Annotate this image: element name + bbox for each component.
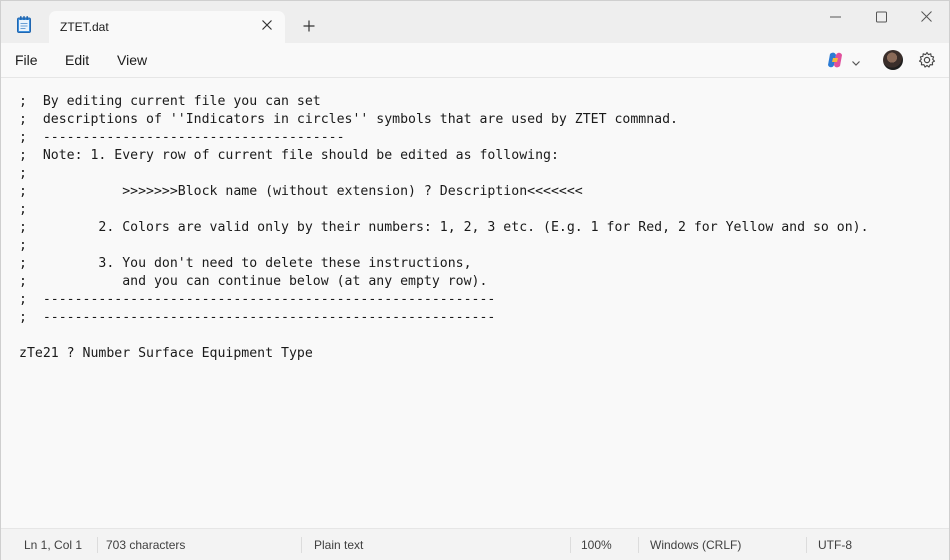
editor-line[interactable]: ; — [19, 202, 27, 217]
editor-line[interactable]: ; descriptions of ''Indicators in circle… — [19, 112, 678, 127]
status-divider — [806, 537, 807, 553]
status-divider — [570, 537, 571, 553]
editor-line[interactable]: ; By editing current file you can set — [19, 94, 321, 109]
editor-line[interactable]: ; 3. You don't need to delete these inst… — [19, 256, 472, 271]
menu-edit[interactable]: Edit — [65, 52, 89, 68]
menu-bar: File Edit View — [1, 43, 949, 77]
editor-line[interactable]: ; -------------------------------------- — [19, 130, 345, 145]
menu-file[interactable]: File — [15, 52, 38, 68]
plus-icon[interactable] — [301, 18, 317, 34]
close-icon[interactable] — [259, 17, 275, 33]
text-editor[interactable]: ; By editing current file you can set ; … — [1, 78, 949, 528]
status-divider — [97, 537, 98, 553]
status-characters: 703 characters — [106, 538, 186, 552]
title-bar: ZTET.dat — [1, 1, 949, 43]
status-position: Ln 1, Col 1 — [24, 538, 83, 552]
close-window-button[interactable] — [903, 1, 949, 33]
status-format: Plain text — [314, 538, 364, 552]
status-bar: Ln 1, Col 1 703 characters Plain text 10… — [1, 528, 949, 560]
tab-ztet[interactable]: ZTET.dat — [49, 11, 285, 43]
tab-title: ZTET.dat — [60, 20, 109, 34]
editor-line[interactable]: ; --------------------------------------… — [19, 292, 495, 307]
maximize-icon — [876, 11, 887, 23]
minimize-button[interactable] — [812, 1, 858, 33]
status-line-ending: Windows (CRLF) — [650, 538, 742, 552]
status-encoding: UTF-8 — [818, 538, 852, 552]
status-divider — [638, 537, 639, 553]
gear-icon[interactable] — [918, 51, 936, 69]
minimize-icon — [830, 16, 841, 18]
editor-line[interactable]: ; — [19, 166, 27, 181]
status-zoom[interactable]: 100% — [581, 538, 612, 552]
editor-line[interactable]: ; Note: 1. Every row of current file sho… — [19, 148, 559, 163]
maximize-button[interactable] — [858, 1, 904, 33]
editor-content[interactable]: ; By editing current file you can set ; … — [19, 93, 869, 363]
chevron-down-icon[interactable] — [851, 55, 861, 66]
editor-line[interactable]: zTe21 ? Number Surface Equipment Type — [19, 346, 313, 361]
editor-line[interactable]: ; — [19, 238, 27, 253]
status-divider — [301, 537, 302, 553]
avatar[interactable] — [883, 50, 903, 70]
menu-view[interactable]: View — [117, 52, 147, 68]
editor-line[interactable]: ; >>>>>>>Block name (without extension) … — [19, 184, 583, 199]
editor-line[interactable]: ; --------------------------------------… — [19, 310, 495, 325]
notepad-window: ZTET.dat File Edit View ; By editing cur… — [0, 0, 950, 560]
notepad-icon — [17, 16, 31, 33]
copilot-icon[interactable] — [826, 51, 844, 69]
editor-line[interactable]: ; 2. Colors are valid only by their numb… — [19, 220, 869, 235]
editor-line[interactable]: ; and you can continue below (at any emp… — [19, 274, 487, 289]
close-icon — [921, 11, 932, 22]
